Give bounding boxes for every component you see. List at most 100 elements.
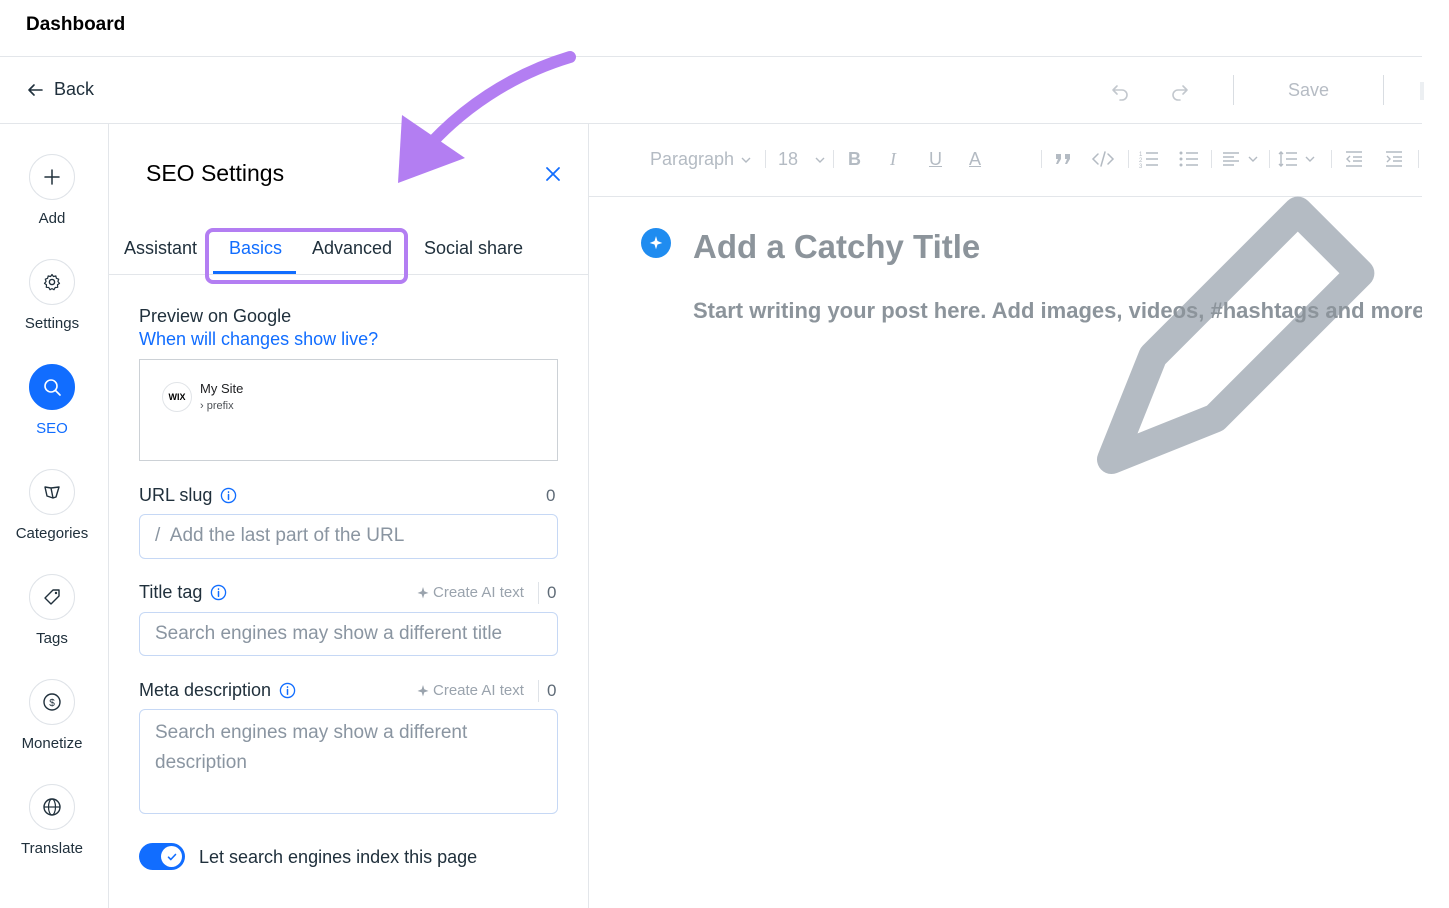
alignment-dropdown[interactable]: [1221, 149, 1259, 169]
paragraph-style-dropdown[interactable]: Paragraph: [650, 149, 752, 170]
sidebar-item-translate[interactable]: Translate: [0, 784, 104, 857]
close-icon[interactable]: [543, 164, 563, 184]
line-spacing-icon: [1278, 151, 1297, 167]
google-preview: WIX My Site › prefix: [139, 359, 558, 461]
sidebar-item-label: Monetize: [21, 735, 83, 752]
redo-icon[interactable]: [1168, 79, 1192, 103]
seo-settings-panel: SEO Settings Assistant Basics Advanced S…: [109, 124, 589, 908]
toolbar-divider: [765, 150, 766, 168]
create-ai-text-button[interactable]: Create AI text: [416, 682, 524, 699]
left-sidebar: Add Settings SEO Categories Tags $ Monet…: [0, 124, 109, 908]
highlight-icon[interactable]: [1008, 149, 1422, 563]
line-spacing-dropdown[interactable]: [1278, 149, 1316, 169]
sidebar-item-tags[interactable]: Tags: [0, 574, 104, 647]
add-button[interactable]: [29, 154, 75, 200]
code-icon[interactable]: [1091, 149, 1115, 169]
italic-icon[interactable]: I: [890, 149, 896, 170]
chevron-down-icon: [1248, 156, 1258, 162]
toolbar-divider: [1269, 150, 1270, 168]
back-button[interactable]: Back: [26, 79, 94, 100]
underline-icon[interactable]: U: [929, 149, 942, 170]
index-page-toggle[interactable]: [139, 843, 185, 870]
categories-icon: [44, 486, 60, 499]
numbered-list-icon[interactable]: 123: [1138, 149, 1160, 169]
info-icon[interactable]: [279, 682, 296, 699]
title-tag-input[interactable]: Search engines may show a different titl…: [139, 612, 558, 656]
tab-advanced[interactable]: Advanced: [312, 238, 392, 259]
sidebar-item-categories[interactable]: Categories: [0, 469, 104, 542]
sidebar-item-label: Settings: [24, 315, 80, 332]
url-slug-input[interactable]: / Add the last part of the URL: [139, 514, 558, 559]
sidebar-item-label: Tags: [36, 630, 68, 647]
post-body-input[interactable]: Start writing your post here. Add images…: [693, 298, 1422, 324]
sidebar-item-settings[interactable]: Settings: [0, 259, 104, 332]
publish-button-edge[interactable]: [1420, 82, 1424, 100]
sidebar-item-label: SEO: [36, 420, 68, 437]
url-slug-placeholder: Add the last part of the URL: [169, 525, 405, 546]
preview-label: Preview on Google: [139, 306, 292, 326]
checkmark-icon: [167, 853, 176, 860]
translate-button[interactable]: [29, 784, 75, 830]
active-tab-indicator: [213, 271, 296, 274]
divider: [538, 680, 539, 702]
editor-header: Back Save: [0, 57, 1424, 124]
sparkle-icon: [649, 236, 663, 250]
font-size-value: 18: [778, 149, 799, 169]
title-tag-counter: 0: [547, 583, 557, 602]
ai-assistant-icon[interactable]: [641, 228, 671, 258]
sparkle-icon: [417, 684, 429, 696]
toolbar-divider: [833, 150, 834, 168]
decrease-indent-icon[interactable]: [1344, 149, 1364, 169]
seo-button[interactable]: [29, 364, 75, 410]
toolbar-divider: [1128, 150, 1129, 168]
toolbar-divider: [1041, 150, 1042, 168]
sidebar-item-monetize[interactable]: $ Monetize: [0, 679, 104, 752]
meta-description-textarea[interactable]: Search engines may show a different desc…: [139, 709, 558, 814]
undo-icon[interactable]: [1108, 79, 1132, 103]
info-icon[interactable]: [210, 584, 227, 601]
tab-basics[interactable]: Basics: [229, 238, 282, 259]
arrow-left-icon: [28, 83, 43, 96]
font-size-dropdown[interactable]: 18: [778, 149, 826, 170]
categories-button[interactable]: [29, 469, 75, 515]
sidebar-item-label: Categories: [15, 525, 89, 542]
bold-icon[interactable]: B: [848, 149, 861, 170]
format-toolbar: Paragraph 18 B I U A 123: [589, 124, 1422, 474]
plus-icon: [44, 169, 60, 185]
header-divider: [1383, 75, 1384, 105]
sidebar-item-seo[interactable]: SEO: [0, 364, 104, 437]
text-color-icon[interactable]: A: [969, 149, 981, 170]
gear-icon: [43, 273, 61, 291]
sidebar-item-label: Translate: [21, 840, 83, 857]
url-slug-prefix: /: [155, 525, 161, 546]
sidebar-item-label: Add: [38, 210, 66, 227]
info-icon[interactable]: [220, 487, 237, 504]
sidebar-item-add[interactable]: Add: [0, 154, 104, 227]
create-ai-text-button[interactable]: Create AI text: [416, 584, 524, 601]
url-slug-counter: 0: [546, 486, 556, 505]
changes-live-link[interactable]: When will changes show live?: [139, 329, 378, 350]
post-title-input[interactable]: Add a Catchy Title: [693, 228, 980, 266]
chevron-down-icon: [741, 157, 751, 163]
dashboard-topbar: Dashboard: [0, 0, 1422, 57]
settings-button[interactable]: [29, 259, 75, 305]
back-label: Back: [54, 79, 95, 99]
tags-button[interactable]: [29, 574, 75, 620]
tab-assistant[interactable]: Assistant: [124, 238, 197, 259]
monetize-button[interactable]: $: [29, 679, 75, 725]
toolbar-divider: [1331, 150, 1332, 168]
bullet-list-icon[interactable]: [1178, 149, 1200, 169]
divider: [538, 582, 539, 604]
chevron-down-icon: [815, 157, 825, 163]
align-left-icon: [1223, 152, 1239, 166]
svg-text:3: 3: [1139, 164, 1143, 169]
seo-tabs: Assistant Basics Advanced Social share: [109, 224, 589, 275]
tab-social-share[interactable]: Social share: [424, 238, 523, 259]
increase-indent-icon[interactable]: [1384, 149, 1404, 169]
meta-description-label-group: Meta description: [139, 680, 296, 701]
dashboard-title[interactable]: Dashboard: [26, 14, 125, 36]
create-ai-text-label: Create AI text: [433, 682, 524, 699]
save-button[interactable]: Save: [1288, 80, 1329, 101]
quote-icon[interactable]: [1052, 149, 1074, 169]
url-slug-label-group: URL slug: [139, 485, 237, 506]
